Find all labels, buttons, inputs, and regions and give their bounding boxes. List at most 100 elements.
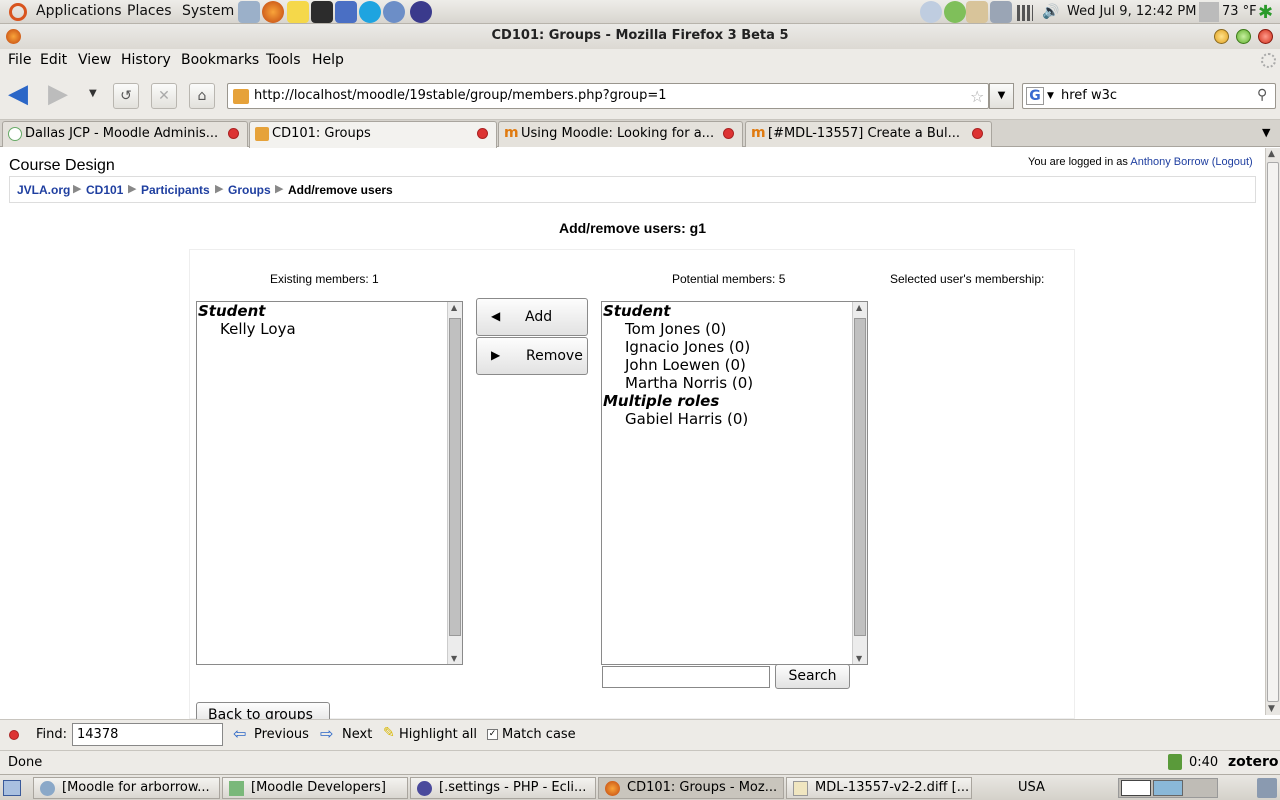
match-case-checkbox[interactable]: ✓ xyxy=(487,729,498,740)
find-previous-button[interactable]: Previous xyxy=(254,727,309,742)
menu-tools[interactable]: Tools xyxy=(266,52,301,68)
tomboy-icon[interactable] xyxy=(944,1,966,23)
scroll-down-icon[interactable]: ▼ xyxy=(856,654,862,663)
search-button[interactable]: Search xyxy=(775,664,850,689)
weather-icon[interactable] xyxy=(1199,2,1219,22)
member-search-input[interactable] xyxy=(602,666,770,688)
tab-using-moodle[interactable]: m Using Moodle: Looking for a... xyxy=(498,121,743,147)
network-launcher-icon[interactable] xyxy=(238,1,260,23)
list-scrollbar[interactable]: ▲ ▼ xyxy=(852,302,867,664)
previous-arrow-icon[interactable]: ⇦ xyxy=(233,724,246,743)
applications-menu[interactable]: Applications xyxy=(36,3,122,19)
clock[interactable]: Wed Jul 9, 12:42 PM xyxy=(1067,4,1196,19)
skype-launcher-icon[interactable] xyxy=(359,1,381,23)
scroll-up-icon[interactable]: ▲ xyxy=(856,303,862,312)
show-desktop-icon[interactable] xyxy=(3,780,21,796)
window-titlebar[interactable]: CD101: Groups - Mozilla Firefox 3 Beta 5 xyxy=(0,24,1280,49)
member-option[interactable]: Kelly Loya xyxy=(197,320,462,338)
tab-close-icon[interactable] xyxy=(972,128,983,139)
tab-cd101-groups[interactable]: CD101: Groups xyxy=(249,121,497,148)
tab-close-icon[interactable] xyxy=(477,128,488,139)
minimize-button[interactable] xyxy=(1214,29,1229,44)
ubuntu-logo-icon[interactable] xyxy=(9,3,27,21)
url-dropdown-button[interactable]: ▼ xyxy=(989,83,1014,109)
firefox-launcher-icon[interactable] xyxy=(262,1,284,23)
menu-view[interactable]: View xyxy=(78,52,111,68)
notes-launcher-icon[interactable] xyxy=(287,1,309,23)
menu-edit[interactable]: Edit xyxy=(40,52,67,68)
tab-close-icon[interactable] xyxy=(228,128,239,139)
clock-applet-icon[interactable] xyxy=(920,1,942,23)
tab-list-dropdown-icon[interactable]: ▼ xyxy=(1262,126,1270,139)
close-window-button[interactable] xyxy=(1258,29,1273,44)
highlight-all-button[interactable]: Highlight all xyxy=(399,727,477,742)
history-dropdown-icon[interactable]: ▼ xyxy=(89,88,101,100)
close-find-icon[interactable] xyxy=(9,730,19,740)
user-link[interactable]: Anthony Borrow xyxy=(1130,156,1208,168)
scroll-up-icon[interactable]: ▲ xyxy=(1268,149,1275,159)
scroll-up-icon[interactable]: ▲ xyxy=(451,303,457,312)
tab-dallas-jcp[interactable]: Dallas JCP - Moodle Adminis... xyxy=(2,121,248,147)
logout-link[interactable]: (Logout) xyxy=(1212,156,1253,168)
workspace-2[interactable] xyxy=(1153,780,1183,796)
next-arrow-icon[interactable]: ⇨ xyxy=(320,724,333,743)
search-applet-icon[interactable] xyxy=(966,1,988,23)
tab-mdl-13557[interactable]: m [#MDL-13557] Create a Bul... xyxy=(745,121,992,147)
breadcrumb-participants[interactable]: Participants xyxy=(141,183,210,197)
existing-members-list[interactable]: Student Kelly Loya ▲ ▼ xyxy=(196,301,463,665)
page-scrollbar[interactable]: ▲ ▼ xyxy=(1265,148,1280,715)
taskbar-item-eclipse[interactable]: [.settings - PHP - Ecli... xyxy=(410,777,596,799)
scroll-thumb[interactable] xyxy=(449,318,461,636)
taskbar-item-diff[interactable]: MDL-13557-v2-2.diff [... xyxy=(786,777,972,799)
highlighter-icon[interactable]: ✎ xyxy=(383,725,395,741)
system-menu[interactable]: System xyxy=(182,3,234,19)
weather-temp[interactable]: 73 °F xyxy=(1222,4,1257,19)
member-option[interactable]: Martha Norris (0) xyxy=(602,374,867,392)
member-option[interactable]: Ignacio Jones (0) xyxy=(602,338,867,356)
forward-button[interactable]: ▶ xyxy=(48,81,76,108)
signal-icon[interactable] xyxy=(1017,5,1033,21)
back-button[interactable]: ◀ xyxy=(8,81,36,108)
taskbar-item-firefox[interactable]: CD101: Groups - Moz... xyxy=(598,777,784,799)
url-bar[interactable]: ☆ xyxy=(227,83,989,109)
list-scrollbar[interactable]: ▲ ▼ xyxy=(447,302,462,664)
maximize-button[interactable] xyxy=(1236,29,1251,44)
member-option[interactable]: Gabiel Harris (0) xyxy=(602,410,867,428)
scroll-thumb[interactable] xyxy=(854,318,866,636)
places-menu[interactable]: Places xyxy=(127,3,172,19)
remove-button[interactable]: ▶ Remove xyxy=(476,337,588,375)
site-title[interactable]: Course Design xyxy=(9,157,115,175)
stop-button[interactable]: ✕ xyxy=(151,83,177,109)
scroll-thumb[interactable] xyxy=(1267,162,1279,702)
find-next-button[interactable]: Next xyxy=(342,727,372,742)
search-input[interactable] xyxy=(1061,88,1251,103)
eclipse-launcher-icon[interactable] xyxy=(410,1,432,23)
engine-dropdown-icon[interactable]: ▼ xyxy=(1047,91,1054,101)
workspace-switcher[interactable] xyxy=(1118,778,1218,798)
tab-close-icon[interactable] xyxy=(723,128,734,139)
breadcrumb-jvla[interactable]: JVLA.org xyxy=(17,183,70,197)
add-button[interactable]: ◀ Add xyxy=(476,298,588,336)
taskbar-item-moodle-arborrow[interactable]: [Moodle for arborrow... xyxy=(33,777,220,799)
filezilla-launcher-icon[interactable] xyxy=(335,1,357,23)
find-input[interactable] xyxy=(72,723,223,746)
breadcrumb-cd101[interactable]: CD101 xyxy=(86,183,123,197)
network-applet-icon[interactable] xyxy=(990,1,1012,23)
reload-button[interactable]: ↺ xyxy=(113,83,139,109)
scroll-down-icon[interactable]: ▼ xyxy=(1268,704,1275,714)
member-option[interactable]: Tom Jones (0) xyxy=(602,320,867,338)
menu-file[interactable]: File xyxy=(8,52,31,68)
trash-icon[interactable] xyxy=(1257,778,1277,798)
google-engine-icon[interactable]: G xyxy=(1026,87,1044,105)
member-option[interactable]: John Loewen (0) xyxy=(602,356,867,374)
menu-help[interactable]: Help xyxy=(312,52,344,68)
taskbar-item-moodle-developers[interactable]: [Moodle Developers] xyxy=(222,777,408,799)
scroll-down-icon[interactable]: ▼ xyxy=(451,654,457,663)
bookmark-star-icon[interactable]: ☆ xyxy=(970,87,984,106)
volume-icon[interactable]: 🔊 xyxy=(1042,4,1060,20)
match-case-label[interactable]: Match case xyxy=(502,727,576,742)
terminal-launcher-icon[interactable] xyxy=(311,1,333,23)
breadcrumb-groups[interactable]: Groups xyxy=(228,183,271,197)
potential-members-list[interactable]: Student Tom Jones (0) Ignacio Jones (0) … xyxy=(601,301,868,665)
url-input[interactable] xyxy=(254,88,954,103)
